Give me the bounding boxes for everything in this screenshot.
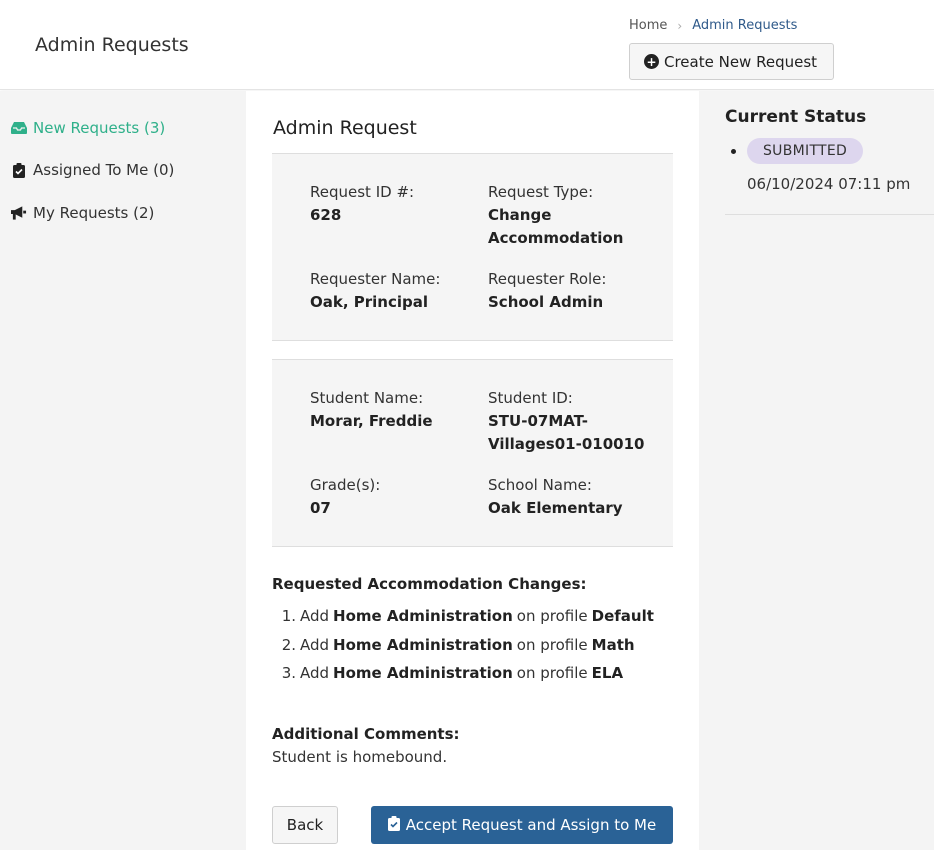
comments-text: Student is homebound. xyxy=(272,748,448,766)
breadcrumb-home-link[interactable]: Home xyxy=(629,18,667,33)
clipboard-check-icon xyxy=(11,162,27,178)
comments-heading: Additional Comments: xyxy=(272,725,460,743)
back-button[interactable]: Back xyxy=(272,806,338,844)
requester-role-field: Requester Role: School Admin xyxy=(488,270,607,311)
sidebar-item-my-requests[interactable]: My Requests (2) xyxy=(11,204,154,222)
request-detail-panel: Admin Request Request ID #: 628 Request … xyxy=(246,91,699,850)
student-name-field: Student Name: Morar, Freddie xyxy=(310,389,433,430)
accept-request-button[interactable]: Accept Request and Assign to Me xyxy=(371,806,673,844)
breadcrumb-current: Admin Requests xyxy=(692,18,798,33)
request-type-field: Request Type: Change Accommodation xyxy=(488,183,624,247)
status-timestamp: 06/10/2024 07:11 pm xyxy=(747,175,911,193)
request-title: Admin Request xyxy=(273,117,417,139)
changes-list: 1. Add Home Administration on profile De… xyxy=(276,602,654,688)
list-item: 3. Add Home Administration on profile EL… xyxy=(281,664,624,682)
create-new-request-button[interactable]: + Create New Request xyxy=(629,43,834,80)
sidebar-item-assigned-to-me[interactable]: Assigned To Me (0) xyxy=(11,161,174,179)
top-bar: Admin Requests Home › Admin Requests + C… xyxy=(0,0,934,90)
divider xyxy=(725,214,934,215)
plus-circle-icon: + xyxy=(644,54,659,69)
school-name-field: School Name: Oak Elementary xyxy=(488,476,623,517)
request-id-field: Request ID #: 628 xyxy=(310,183,415,224)
sidebar-item-new-requests[interactable]: New Requests (3) xyxy=(11,119,165,137)
student-info-card: Student Name: Morar, Freddie Student ID:… xyxy=(272,359,673,547)
inbox-icon xyxy=(11,121,27,135)
changes-heading: Requested Accommodation Changes: xyxy=(272,575,587,593)
sidebar: New Requests (3) Assigned To Me (0) My R… xyxy=(0,91,246,850)
accept-request-label: Accept Request and Assign to Me xyxy=(405,816,657,834)
grade-field: Grade(s): 07 xyxy=(310,476,381,517)
sidebar-item-label: My Requests (2) xyxy=(33,204,155,222)
status-panel: Current Status SUBMITTED 06/10/2024 07:1… xyxy=(699,91,934,850)
clipboard-check-icon xyxy=(387,815,400,835)
breadcrumb: Home › Admin Requests xyxy=(629,18,797,33)
chevron-right-icon: › xyxy=(677,18,683,33)
request-info-card: Request ID #: 628 Request Type: Change A… xyxy=(272,153,673,341)
bullet-icon xyxy=(731,149,736,154)
requester-name-field: Requester Name: Oak, Principal xyxy=(310,270,441,311)
create-new-request-label: Create New Request xyxy=(664,52,818,71)
status-title: Current Status xyxy=(725,107,867,127)
sidebar-item-label: New Requests (3) xyxy=(33,119,166,137)
list-item: 2. Add Home Administration on profile Ma… xyxy=(281,635,635,654)
page-title: Admin Requests xyxy=(35,34,189,56)
sidebar-item-label: Assigned To Me (0) xyxy=(33,161,175,179)
student-id-field: Student ID: STU-07MAT- Villages01-010010 xyxy=(488,389,645,453)
status-badge: SUBMITTED xyxy=(747,138,864,164)
megaphone-icon xyxy=(11,206,27,220)
list-item: 1. Add Home Administration on profile De… xyxy=(281,607,654,625)
